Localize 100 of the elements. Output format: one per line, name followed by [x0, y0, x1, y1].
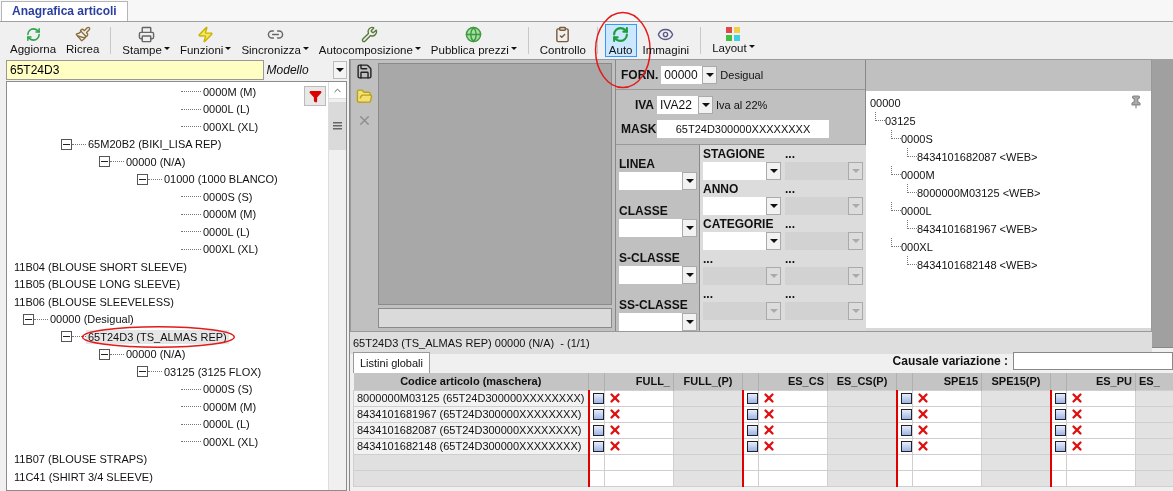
collapse-toggle[interactable] — [23, 313, 34, 325]
collapse-toggle[interactable] — [99, 156, 110, 168]
toolbar-button[interactable]: Aggiorna — [6, 24, 61, 57]
dropdown-field[interactable] — [619, 313, 697, 331]
tab[interactable]: Anagrafica articoli — [1, 1, 128, 21]
toolbar-button[interactable]: Controllo — [535, 24, 590, 57]
input-field[interactable] — [1013, 352, 1173, 370]
toolbar-button[interactable]: Sincronizza — [237, 24, 313, 57]
tree-item[interactable]: 0000M — [901, 169, 935, 181]
column-header[interactable]: FULL_ — [604, 373, 674, 390]
checkbox[interactable] — [746, 409, 758, 421]
tree-item[interactable]: 0000S (S) — [201, 189, 255, 204]
tree-item[interactable]: 0000M (M) — [201, 207, 259, 222]
tree-item[interactable]: 03125 — [885, 115, 916, 127]
checkbox[interactable] — [592, 425, 604, 437]
tree-item[interactable]: 11B07 (BLOUSE STRAPS) — [12, 452, 150, 467]
dropdown-field[interactable] — [619, 219, 697, 237]
dropdown-field[interactable] — [619, 266, 697, 284]
tree-item[interactable]: 8434101682148 <WEB> — [917, 259, 1038, 271]
filter-button[interactable] — [304, 86, 326, 106]
column-header[interactable]: FULL_(P) — [673, 373, 743, 390]
filter-icon — [308, 89, 322, 103]
tree-item[interactable]: 8434101681967 <WEB> — [917, 223, 1038, 235]
tree-item[interactable]: 0000L (L) — [201, 417, 252, 432]
tree-item[interactable]: 65M20B2 (BIKI_LISA REP) — [86, 137, 224, 152]
checkbox[interactable] — [1054, 393, 1066, 405]
search-field[interactable]: 65T24D3 — [6, 60, 264, 80]
checkbox[interactable] — [592, 393, 604, 405]
tree-item[interactable]: 0000L (L) — [201, 102, 252, 117]
tree-item[interactable]: 00000 (N/A) — [124, 347, 188, 362]
tree-item[interactable]: 0000L — [901, 205, 932, 217]
tree-item[interactable]: 00000 — [870, 97, 901, 109]
dropdown-field[interactable] — [703, 232, 781, 250]
checkbox[interactable] — [746, 441, 758, 453]
cross-icon — [608, 391, 622, 405]
collapse-toggle[interactable] — [137, 366, 148, 378]
tree-item[interactable]: 0000L (L) — [201, 224, 252, 239]
tree-item[interactable]: 11B04 (BLOUSE SHORT SLEEVE) — [12, 259, 190, 274]
checkbox[interactable] — [1054, 441, 1066, 453]
dropdown-field[interactable]: IVA22 — [657, 96, 713, 114]
tree-item[interactable]: 11C41 (SHIRT 3/4 SLEEVE) — [12, 469, 155, 484]
dropdown-button[interactable] — [333, 61, 347, 79]
column-header[interactable]: ES_CS(P) — [827, 373, 897, 390]
toolbar-button[interactable]: Autocomposizione — [314, 24, 425, 57]
cross-icon — [762, 423, 776, 437]
checkbox[interactable] — [592, 409, 604, 421]
column-header[interactable]: ES_CS — [758, 373, 828, 390]
tree-item[interactable]: 00000 (N/A) — [124, 154, 188, 169]
checkbox[interactable] — [746, 393, 758, 405]
tree-item[interactable]: 65T24D3 (TS_ALMAS REP) — [86, 329, 229, 344]
tree-item[interactable]: 0000S — [901, 133, 933, 145]
tree-item[interactable]: 11B05 (BLOUSE LONG SLEEVE) — [12, 277, 183, 292]
tree-item[interactable]: 0000M (M) — [201, 84, 259, 99]
tree-item[interactable]: 00000 (Desigual) — [48, 312, 136, 327]
toolbar-button[interactable]: Ricrea — [62, 24, 104, 57]
checkbox[interactable] — [900, 425, 912, 437]
checkbox[interactable] — [900, 393, 912, 405]
tab[interactable]: Listini globali — [353, 352, 430, 373]
collapse-toggle[interactable] — [61, 331, 72, 343]
tree-item[interactable]: 000XL (XL) — [201, 242, 261, 257]
tree-item[interactable]: 000XL (XL) — [201, 434, 261, 449]
checkbox[interactable] — [592, 441, 604, 453]
tree-item[interactable]: 8434101682087 <WEB> — [917, 151, 1038, 163]
column-header[interactable]: Codice articolo (maschera) — [353, 373, 589, 390]
tree-item[interactable]: 000XL — [901, 241, 933, 253]
checkbox[interactable] — [1054, 409, 1066, 421]
column-header[interactable]: SPE15 — [912, 373, 982, 390]
checkbox[interactable] — [1054, 425, 1066, 437]
field-label: ... — [785, 287, 796, 301]
scrollbar[interactable] — [328, 82, 346, 490]
checkbox[interactable] — [746, 425, 758, 437]
tree-item[interactable]: 0000S (S) — [201, 382, 255, 397]
mask-field[interactable]: 65T24D300000XXXXXXXX — [657, 120, 829, 138]
tree-item[interactable]: 11B06 (BLOUSE SLEEVELESS) — [12, 294, 176, 309]
collapse-toggle[interactable] — [137, 173, 148, 185]
column-header[interactable]: ES_ — [1135, 373, 1173, 390]
save-icon[interactable] — [355, 63, 373, 80]
dropdown-field[interactable]: 00000 — [661, 65, 718, 84]
pin-icon[interactable] — [1129, 95, 1143, 109]
toolbar-button[interactable]: Layout — [708, 24, 759, 57]
dropdown-field[interactable] — [703, 197, 781, 215]
column-header[interactable]: SPE15(P) — [981, 373, 1051, 390]
dropdown-field[interactable] — [619, 172, 697, 190]
toolbar-button[interactable]: Pubblica prezzi — [426, 24, 521, 57]
table-cell: 8000000M03125 (65T24D300000XXXXXXXX) — [353, 390, 589, 406]
tree-item[interactable]: 000XL (XL) — [201, 119, 261, 134]
caret-icon — [851, 239, 860, 243]
collapse-toggle[interactable] — [99, 348, 110, 360]
tree-item[interactable]: 01000 (1000 BLANCO) — [162, 172, 280, 187]
toolbar-button[interactable]: Auto — [604, 24, 637, 57]
column-header[interactable]: ES_PU — [1066, 373, 1136, 390]
toolbar-button[interactable]: Funzioni — [175, 24, 236, 57]
checkbox[interactable] — [900, 409, 912, 421]
tree-item[interactable]: 03125 (3125 FLOX) — [162, 364, 264, 379]
collapse-toggle[interactable] — [61, 138, 72, 150]
tree-item[interactable]: 8000000M03125 <WEB> — [917, 187, 1041, 199]
checkbox[interactable] — [900, 441, 912, 453]
dropdown-field[interactable] — [703, 162, 781, 180]
tree-item[interactable]: 0000M (M) — [201, 399, 259, 414]
toolbar-button[interactable]: Stampe — [118, 24, 174, 57]
